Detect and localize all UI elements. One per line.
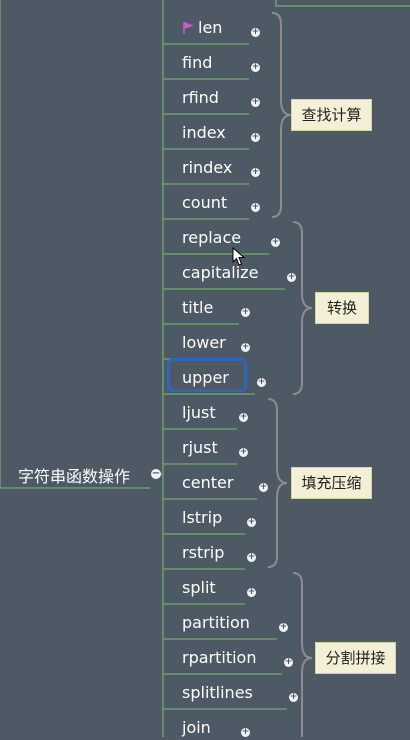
node-label: rfind xyxy=(182,88,219,107)
expand-toggle[interactable]: + xyxy=(241,343,250,352)
mindmap-node-rstrip[interactable]: rstrip xyxy=(182,541,224,565)
top-partial-branch xyxy=(275,0,410,7)
expand-toggle[interactable]: + xyxy=(247,588,256,597)
expand-toggle[interactable]: + xyxy=(287,273,296,282)
node-label: capitalize xyxy=(182,263,259,282)
brace-convert xyxy=(292,221,313,395)
node-label: rjust xyxy=(182,438,218,457)
node-label: rstrip xyxy=(182,543,225,562)
expand-toggle[interactable]: + xyxy=(259,483,268,492)
node-label: lower xyxy=(182,333,226,352)
node-label: ljust xyxy=(182,403,216,422)
mindmap-node-rjust[interactable]: rjust xyxy=(182,436,218,460)
mindmap-node-find[interactable]: find xyxy=(182,51,212,75)
group-label-pad[interactable]: 填充压缩 xyxy=(291,467,372,499)
expand-toggle[interactable]: + xyxy=(284,658,293,667)
node-label: title xyxy=(182,298,214,317)
node-label: len xyxy=(198,18,223,37)
flag-icon xyxy=(183,22,194,34)
node-label: rpartition xyxy=(182,648,257,667)
expand-toggle[interactable]: + xyxy=(247,518,256,527)
brace-pad xyxy=(267,398,288,568)
node-label: index xyxy=(182,123,226,142)
mouse-pointer-icon xyxy=(232,247,246,266)
mindmap-node-capitalize[interactable]: capitalize xyxy=(182,261,258,285)
expand-toggle[interactable]: + xyxy=(241,308,250,317)
root-node[interactable]: 字符串函数操作 xyxy=(18,463,130,487)
mindmap-node-center[interactable]: center xyxy=(182,471,233,495)
node-label: join xyxy=(182,718,211,737)
expand-toggle[interactable]: + xyxy=(239,448,248,457)
node-label: rindex xyxy=(182,158,233,177)
mindmap-node-lstrip[interactable]: lstrip xyxy=(182,506,222,530)
mindmap-node-count[interactable]: count xyxy=(182,191,227,215)
expand-toggle[interactable]: + xyxy=(271,238,280,247)
selection-highlight xyxy=(167,358,247,392)
mindmap-node-lower[interactable]: lower xyxy=(182,331,226,355)
expand-toggle[interactable]: + xyxy=(251,168,260,177)
node-label: partition xyxy=(182,613,250,632)
node-label: center xyxy=(182,473,234,492)
node-label: find xyxy=(182,53,213,72)
mindmap-node-join[interactable]: join xyxy=(182,716,211,740)
expand-toggle[interactable]: + xyxy=(251,28,260,37)
collapse-toggle[interactable]: − xyxy=(151,469,161,479)
expand-toggle[interactable]: + xyxy=(251,63,260,72)
node-label: replace xyxy=(182,228,242,247)
mindmap-node-rindex[interactable]: rindex xyxy=(182,156,232,180)
expand-toggle[interactable]: + xyxy=(289,693,298,702)
group-label-split[interactable]: 分割拼接 xyxy=(315,642,396,674)
expand-toggle[interactable]: + xyxy=(251,203,260,212)
mindmap-node-split[interactable]: split xyxy=(182,576,216,600)
expand-toggle[interactable]: + xyxy=(251,133,260,142)
expand-toggle[interactable]: + xyxy=(279,623,288,632)
mindmap-node-len[interactable]: len xyxy=(182,16,222,40)
node-label: lstrip xyxy=(182,508,223,527)
node-label: count xyxy=(182,193,228,212)
expand-toggle[interactable]: + xyxy=(251,98,260,107)
group-label-convert[interactable]: 转换 xyxy=(315,292,369,324)
mindmap-node-rpartition[interactable]: rpartition xyxy=(182,646,256,670)
expand-toggle[interactable]: + xyxy=(241,728,250,737)
node-label: split xyxy=(182,578,216,597)
mindmap-node-partition[interactable]: partition xyxy=(182,611,250,635)
mindmap-node-splitlines[interactable]: splitlines xyxy=(182,681,253,705)
group-label-search[interactable]: 查找计算 xyxy=(291,99,372,131)
brace-split xyxy=(292,572,313,737)
brace-search xyxy=(271,12,292,218)
mindmap-node-rfind[interactable]: rfind xyxy=(182,86,219,110)
mindmap-node-index[interactable]: index xyxy=(182,121,226,145)
mindmap-node-ljust[interactable]: ljust xyxy=(182,401,216,425)
expand-toggle[interactable]: + xyxy=(239,413,248,422)
mindmap-node-title[interactable]: title xyxy=(182,296,213,320)
node-label: splitlines xyxy=(182,683,253,702)
expand-toggle[interactable]: + xyxy=(257,378,266,387)
expand-toggle[interactable]: + xyxy=(247,553,256,562)
mindmap-canvas[interactable]: 字符串函数操作 − len + find + rfind + index + rindex + co… xyxy=(0,0,410,737)
